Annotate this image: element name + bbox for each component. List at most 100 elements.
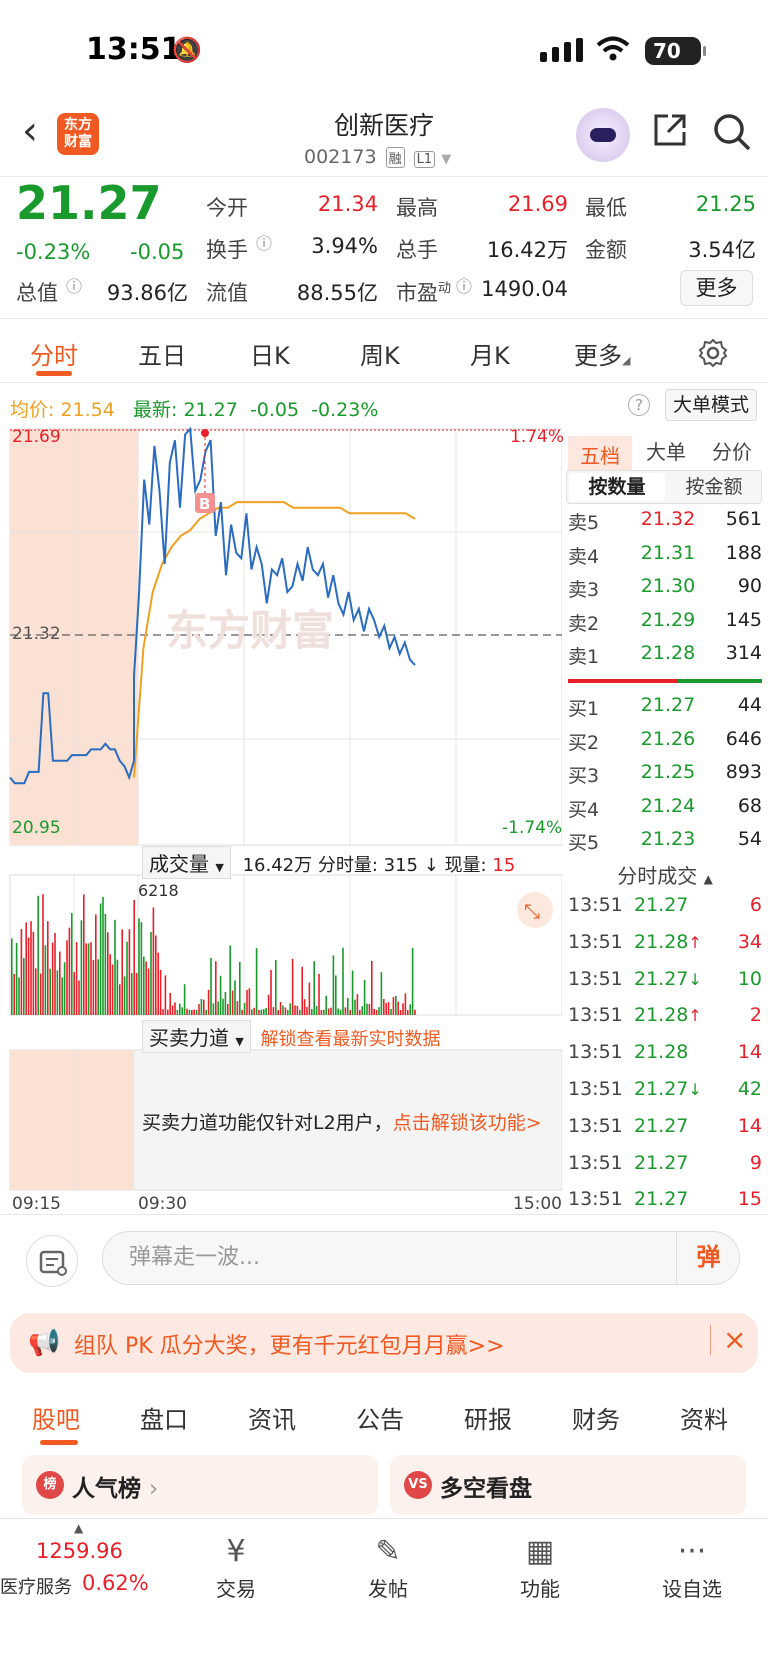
tab-weekly[interactable]: 周K xyxy=(360,336,400,371)
bull-bear-label: 多空看盘 xyxy=(440,1476,532,1502)
tab-five-levels[interactable]: 五档 xyxy=(568,436,632,473)
danmu-send-button[interactable]: 弹 xyxy=(676,1231,740,1285)
help-icon[interactable]: ? xyxy=(628,394,650,416)
volume-bar xyxy=(239,961,241,1015)
sell-level-row[interactable]: 卖4 21.31 188 xyxy=(568,542,762,575)
volume-bar xyxy=(335,975,337,1015)
danmu-input[interactable]: 弹幕走一波... xyxy=(102,1231,740,1285)
volume-peak-label: 6218 xyxy=(138,881,179,900)
tab-announcements[interactable]: 公告 xyxy=(356,1400,404,1435)
buy-level-row[interactable]: 买5 21.23 54 xyxy=(568,828,762,861)
price-high-label: 21.69 xyxy=(12,427,61,447)
popularity-card[interactable]: 榜 人气榜 › xyxy=(22,1455,378,1515)
trade-qty: 34 xyxy=(737,930,762,953)
sell-level-row[interactable]: 卖1 21.28 314 xyxy=(568,642,762,675)
buy-level-row[interactable]: 买2 21.26 646 xyxy=(568,728,762,761)
sell-level-row[interactable]: 卖5 21.32 561 xyxy=(568,508,762,541)
tab-daily[interactable]: 日K xyxy=(250,336,290,371)
more-button[interactable]: 更多 xyxy=(680,270,753,306)
by-amount-button[interactable]: 按金额 xyxy=(667,473,761,501)
share-icon[interactable] xyxy=(652,112,688,148)
trade-ticker-header[interactable]: 分时成交 ▲ xyxy=(568,860,762,889)
expand-up-icon[interactable]: ▲ xyxy=(74,1521,83,1535)
volume-bar xyxy=(164,975,167,1015)
tab-profile[interactable]: 资料 xyxy=(680,1400,728,1435)
trade-qty: 2 xyxy=(749,1004,762,1027)
tab-more[interactable]: 更多◢ xyxy=(574,336,630,371)
volume-info-bar: 成交量 ▼ 16.42万 分时量: 315 ↓ 现量: 15 xyxy=(142,846,515,879)
buy-level-row[interactable]: 买4 21.24 68 xyxy=(568,795,762,828)
volume-bar xyxy=(272,1007,275,1015)
bull-bear-card[interactable]: VS 多空看盘 xyxy=(390,1455,746,1515)
settings-gear-icon[interactable] xyxy=(698,338,728,368)
trade-row: 13:51 21.27↓ 42 xyxy=(568,1078,762,1114)
force-selector[interactable]: 买卖力道 ▼ xyxy=(142,1020,251,1053)
volume-bar xyxy=(325,995,327,1015)
add-watchlist-button[interactable]: ··· 设自选 xyxy=(652,1533,732,1602)
volume-bar xyxy=(140,922,143,1015)
force-unlock-link[interactable]: 点击解锁该功能> xyxy=(393,1112,542,1134)
close-icon[interactable]: × xyxy=(710,1325,746,1355)
volume-bar xyxy=(66,940,68,1015)
tab-forum[interactable]: 股吧 xyxy=(32,1400,80,1435)
sector-index-value[interactable]: 1259.96 xyxy=(36,1539,123,1563)
volume-bar xyxy=(207,989,210,1015)
unlock-link[interactable]: 解锁查看最新实时数据 xyxy=(261,1029,441,1050)
trade-qty: 10 xyxy=(737,967,762,990)
search-icon[interactable] xyxy=(712,112,752,152)
tab-monthly[interactable]: 月K xyxy=(470,336,510,371)
buy-level-row[interactable]: 买1 21.27 44 xyxy=(568,694,762,727)
tab-big-orders[interactable]: 大单 xyxy=(646,436,686,465)
volume-bar xyxy=(135,973,138,1015)
info-icon[interactable]: ⓘ xyxy=(456,273,472,297)
tab-order-book[interactable]: 盘口 xyxy=(140,1400,188,1435)
tab-news[interactable]: 资讯 xyxy=(248,1400,296,1435)
volume-bar xyxy=(378,1007,380,1015)
sell-level-row[interactable]: 卖2 21.29 145 xyxy=(568,609,762,642)
volume-bar xyxy=(387,1002,390,1015)
buy-level-row[interactable]: 买3 21.25 893 xyxy=(568,761,762,794)
trade-time: 13:51 xyxy=(568,894,623,916)
trade-time: 13:51 xyxy=(568,1188,623,1211)
tab-research[interactable]: 研报 xyxy=(464,1400,512,1435)
volume-bar xyxy=(131,973,133,1015)
trade-price: 21.27↓ xyxy=(634,967,702,990)
info-icon[interactable]: ⓘ xyxy=(256,230,272,254)
volume-bar xyxy=(224,992,227,1015)
volume-bar xyxy=(15,942,18,1015)
functions-button[interactable]: ▦ 功能 xyxy=(500,1533,580,1602)
by-quantity-button[interactable]: 按数量 xyxy=(569,473,665,501)
tab-five-day[interactable]: 五日 xyxy=(138,336,186,371)
trade-time: 13:51 xyxy=(568,930,623,953)
volume-bar xyxy=(61,977,63,1015)
tab-finance[interactable]: 财务 xyxy=(572,1400,620,1435)
volume-selector[interactable]: 成交量 ▼ xyxy=(142,846,231,879)
volume-bar xyxy=(191,1010,193,1015)
promo-banner[interactable]: 📢 组队 PK 瓜分大奖，更有千元红包月月赢>> × xyxy=(10,1313,758,1373)
tab-price-distribution[interactable]: 分价 xyxy=(712,436,752,465)
danmu-settings-icon[interactable] xyxy=(26,1235,78,1287)
intraday-chart[interactable]: 东方财富 B 6218 ⤡ xyxy=(0,425,562,1225)
volume-bar xyxy=(150,932,152,1015)
volume-bar xyxy=(380,972,383,1015)
volume-value: 16.42万 xyxy=(486,238,568,262)
trade-button[interactable]: ¥ 交易 xyxy=(196,1533,276,1602)
volume-bar xyxy=(54,933,56,1015)
volume-bar xyxy=(63,962,66,1015)
promo-text[interactable]: 组队 PK 瓜分大奖，更有千元红包月月赢>> xyxy=(74,1328,505,1360)
sell-level-row[interactable]: 卖3 21.30 90 xyxy=(568,575,762,608)
volume-bar xyxy=(183,984,186,1015)
stock-code-row[interactable]: 002173 融 L1 ▼ xyxy=(304,146,451,168)
volume-bar xyxy=(92,959,95,1015)
tab-intraday[interactable]: 分时 xyxy=(30,336,78,371)
post-button[interactable]: ✎ 发帖 xyxy=(348,1533,428,1602)
stock-code: 002173 xyxy=(304,146,377,168)
info-icon[interactable]: ⓘ xyxy=(66,273,82,297)
big-order-mode-button[interactable]: 大单模式 xyxy=(665,389,757,421)
trade-price: 21.28 xyxy=(634,1041,689,1064)
buy-level-price: 21.25 xyxy=(640,761,696,783)
prev-close-label: 21.32 xyxy=(12,624,61,644)
assistant-avatar-icon[interactable] xyxy=(576,108,630,162)
volume-bar xyxy=(306,1007,308,1015)
volume-bar xyxy=(162,1009,164,1015)
